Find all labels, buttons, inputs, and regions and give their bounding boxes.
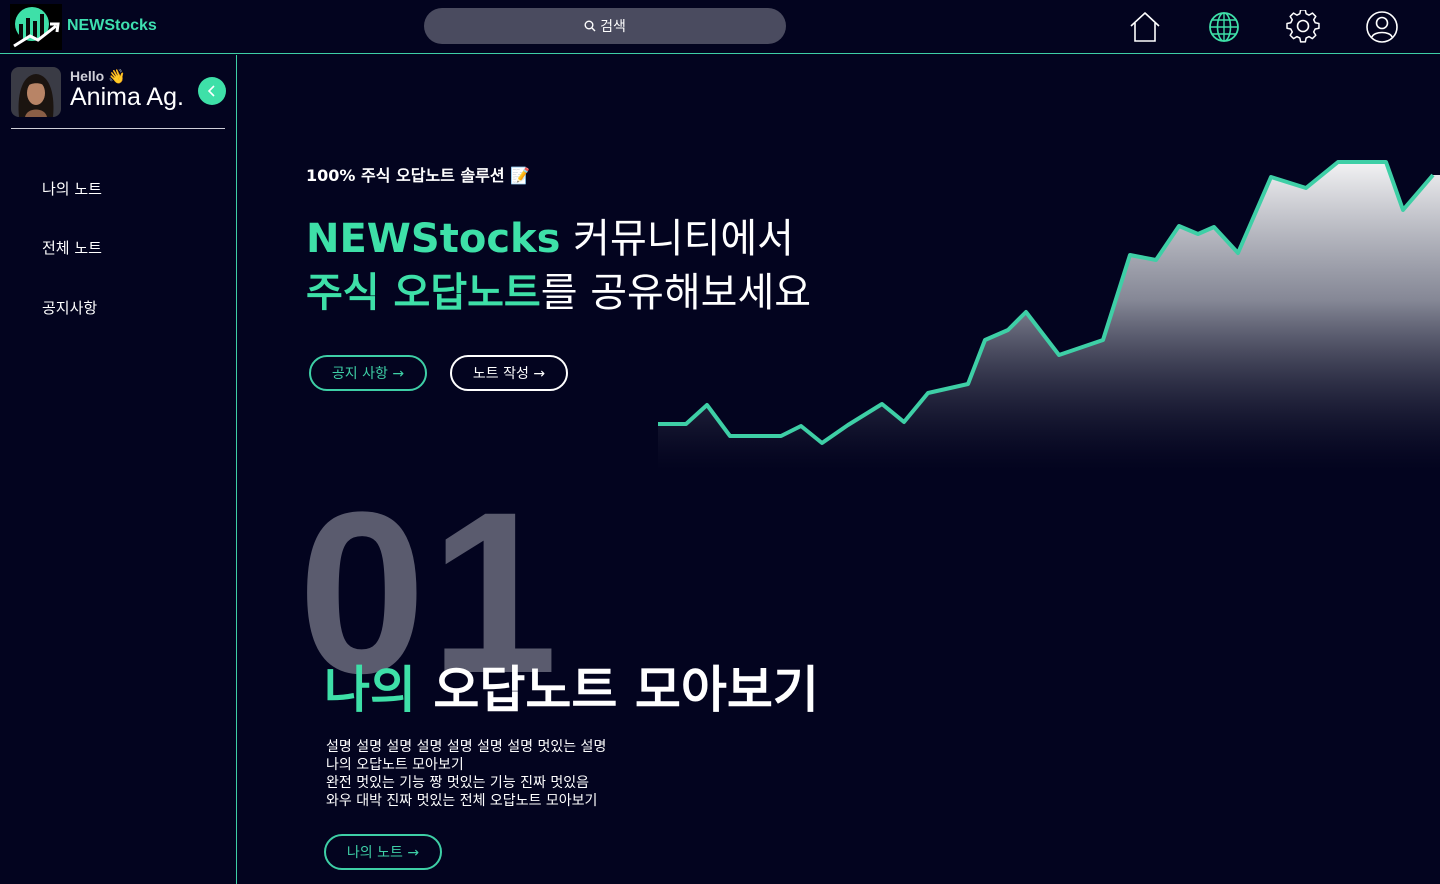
- gear-icon[interactable]: [1286, 9, 1320, 44]
- chevron-left-icon: [207, 85, 215, 97]
- search-icon: [584, 20, 596, 32]
- section-description: 설명 설명 설명 설명 설명 설명 설명 멋있는 설명 나의 오답노트 모아보기…: [326, 738, 606, 810]
- hero-accent-brand: NEWStocks: [306, 216, 561, 262]
- description-line: 설명 설명 설명 설명 설명 설명 설명 멋있는 설명: [326, 739, 607, 755]
- search-input[interactable]: 검색: [424, 8, 786, 44]
- section-title-rest: 오답노트 모아보기: [416, 661, 819, 719]
- notice-button[interactable]: 공지 사항 →: [309, 355, 427, 391]
- globe-icon[interactable]: [1207, 10, 1241, 44]
- brand-name[interactable]: NEWStocks: [67, 17, 157, 35]
- hero-accent-notes: 주식 오답노트: [306, 270, 541, 316]
- write-note-button[interactable]: 노트 작성 →: [450, 355, 568, 391]
- my-notes-button[interactable]: 나의 노트 →: [324, 834, 442, 870]
- home-icon[interactable]: [1128, 10, 1162, 44]
- avatar[interactable]: [11, 67, 61, 117]
- description-line: 완전 멋있는 기능 짱 멋있는 기능 진짜 멋있음: [326, 775, 589, 791]
- collapse-sidebar-button[interactable]: [198, 77, 226, 105]
- sidebar: Hello 👋 Anima Ag. 나의 노트 전체 노트 공지사항: [0, 55, 237, 884]
- chart-area: [658, 162, 1440, 470]
- top-bar: NEWStocks 검색: [0, 0, 1440, 54]
- logo-icon[interactable]: [10, 4, 62, 50]
- sidebar-divider: [11, 128, 225, 129]
- stock-chart-illustration: [658, 160, 1440, 470]
- sidebar-item-my-notes[interactable]: 나의 노트: [42, 178, 102, 199]
- description-line: 나의 오답노트 모아보기: [326, 757, 464, 773]
- sidebar-item-all-notes[interactable]: 전체 노트: [42, 237, 102, 258]
- search-placeholder: 검색: [600, 19, 626, 35]
- section-title: 나의 오답노트 모아보기: [324, 650, 819, 722]
- section-title-accent: 나의: [324, 661, 416, 719]
- username: Anima Ag.: [70, 83, 184, 111]
- description-line: 와우 대박 진짜 멋있는 전체 오답노트 모아보기: [326, 793, 598, 809]
- sidebar-item-notices[interactable]: 공지사항: [42, 297, 97, 318]
- hero-tagline: 100% 주식 오답노트 솔루션 📝: [306, 166, 531, 185]
- user-icon[interactable]: [1365, 10, 1399, 44]
